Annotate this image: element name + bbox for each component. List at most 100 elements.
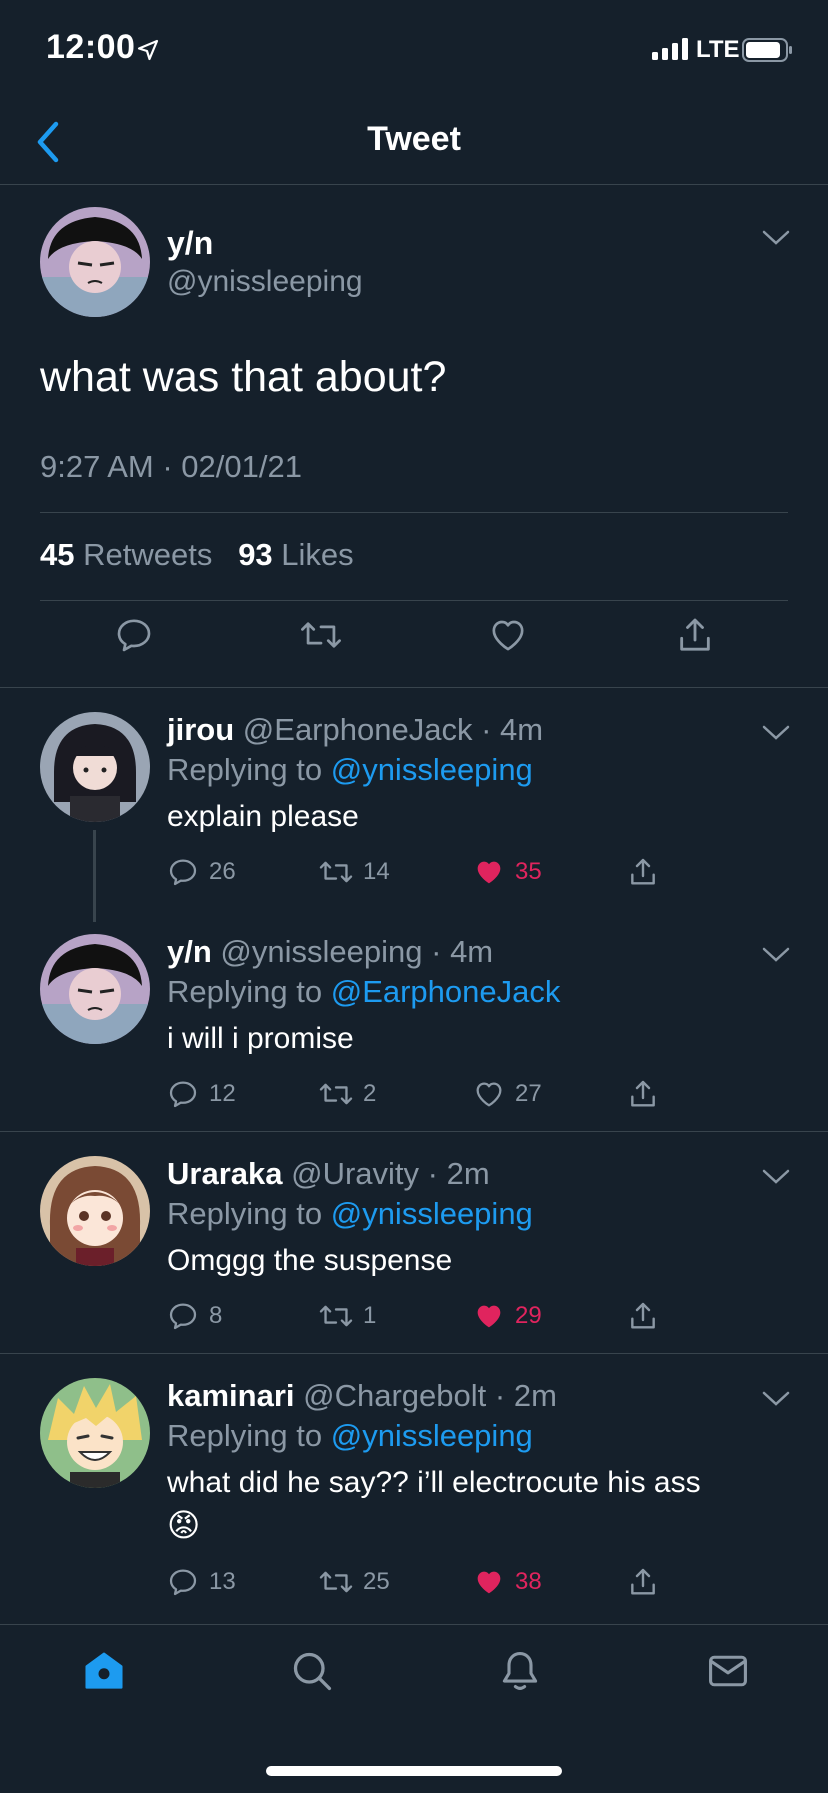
like-icon[interactable] bbox=[488, 615, 528, 655]
search-icon[interactable] bbox=[290, 1649, 334, 1693]
share-icon bbox=[631, 1302, 655, 1329]
liked-heart-icon bbox=[477, 861, 501, 884]
liked-heart-icon bbox=[477, 1305, 501, 1328]
avatar[interactable] bbox=[40, 712, 150, 822]
reply-tweet[interactable]: jirou @EarphoneJack · 4m Replying to @yn… bbox=[0, 688, 828, 910]
cellular-signal-icon bbox=[652, 38, 688, 60]
bell-icon[interactable] bbox=[498, 1649, 542, 1693]
home-icon[interactable] bbox=[82, 1649, 126, 1693]
status-time: 12:00 bbox=[46, 28, 136, 66]
share-icon bbox=[631, 1568, 655, 1595]
share-icon bbox=[631, 1080, 655, 1107]
page-title: Tweet bbox=[367, 120, 461, 158]
home-indicator[interactable] bbox=[266, 1766, 562, 1776]
reply-header: y/n @ynissleeping · 4m bbox=[167, 934, 494, 969]
reply-icon bbox=[169, 1303, 197, 1330]
battery-icon bbox=[742, 38, 792, 62]
chevron-down-icon[interactable] bbox=[762, 1168, 790, 1186]
replying-label: Replying to bbox=[167, 752, 323, 787]
main-tweet: y/n @ynissleeping what was that about? 9… bbox=[0, 185, 828, 688]
reply-text: i will i promise bbox=[167, 1022, 354, 1055]
author-handle: @ynissleeping bbox=[167, 265, 363, 298]
author-name: y/n bbox=[167, 225, 214, 261]
avatar[interactable] bbox=[40, 934, 150, 1044]
retweet-button[interactable]: 14 bbox=[319, 856, 390, 888]
avatar[interactable] bbox=[40, 1156, 150, 1266]
replying-to: Replying to @ynissleeping bbox=[167, 1418, 533, 1454]
likes-count[interactable]: 93 bbox=[238, 537, 272, 572]
avatar[interactable] bbox=[40, 1378, 150, 1488]
chevron-down-icon[interactable] bbox=[762, 1390, 790, 1408]
reply-icon[interactable] bbox=[114, 615, 154, 655]
likes-label[interactable]: Likes bbox=[281, 537, 353, 572]
author-handle: @Uravity bbox=[291, 1156, 420, 1191]
reply-tweet[interactable]: Uraraka @Uravity · 2m Replying to @yniss… bbox=[0, 1132, 828, 1354]
divider bbox=[40, 512, 788, 513]
reply-time: 4m bbox=[450, 934, 494, 969]
author-name: Uraraka bbox=[167, 1156, 283, 1191]
reply-text: what did he say?? i’ll electrocute his a… bbox=[167, 1462, 787, 1548]
retweet-icon bbox=[319, 1571, 353, 1593]
share-icon[interactable] bbox=[675, 615, 715, 655]
reply-text: Omggg the suspense bbox=[167, 1244, 453, 1277]
like-count: 27 bbox=[515, 1080, 542, 1107]
like-button[interactable]: 29 bbox=[473, 1300, 542, 1332]
retweet-icon bbox=[319, 861, 353, 883]
liked-heart-icon bbox=[477, 1571, 501, 1594]
reply-count: 13 bbox=[209, 1568, 236, 1595]
retweet-button[interactable]: 25 bbox=[319, 1566, 390, 1598]
author-name: y/n bbox=[167, 934, 212, 969]
mention-link[interactable]: @ynissleeping bbox=[331, 1196, 533, 1231]
replying-to: Replying to @ynissleeping bbox=[167, 1196, 533, 1232]
share-button[interactable] bbox=[627, 1078, 669, 1110]
reply-actions: 8 1 29 bbox=[167, 1300, 807, 1340]
reply-button[interactable]: 12 bbox=[167, 1078, 236, 1110]
retweet-icon[interactable] bbox=[300, 615, 342, 655]
reply-button[interactable]: 8 bbox=[167, 1300, 222, 1332]
reply-header: Uraraka @Uravity · 2m bbox=[167, 1156, 490, 1191]
chevron-down-icon[interactable] bbox=[762, 724, 790, 742]
like-count: 38 bbox=[515, 1568, 542, 1595]
retweet-count: 14 bbox=[363, 858, 390, 885]
retweet-count: 25 bbox=[363, 1568, 390, 1595]
retweet-button[interactable]: 2 bbox=[319, 1078, 376, 1110]
author-name: kaminari bbox=[167, 1378, 295, 1413]
reply-tweet[interactable]: y/n @ynissleeping · 4m Replying to @Earp… bbox=[0, 910, 828, 1132]
mail-icon[interactable] bbox=[706, 1649, 750, 1693]
reply-button[interactable]: 13 bbox=[167, 1566, 236, 1598]
mention-link[interactable]: @ynissleeping bbox=[331, 1418, 533, 1453]
like-button[interactable]: 35 bbox=[473, 856, 542, 888]
reply-tweet[interactable]: kaminari @Chargebolt · 2m Replying to @y… bbox=[0, 1354, 828, 1624]
retweet-count: 1 bbox=[363, 1302, 377, 1329]
reply-actions: 26 14 35 bbox=[167, 856, 807, 896]
share-button[interactable] bbox=[627, 856, 669, 888]
share-icon bbox=[631, 858, 655, 885]
share-button[interactable] bbox=[627, 1300, 669, 1332]
chevron-down-icon[interactable] bbox=[762, 229, 790, 247]
reply-icon bbox=[169, 859, 197, 886]
retweets-count[interactable]: 45 bbox=[40, 537, 74, 572]
reply-actions: 13 25 38 bbox=[167, 1566, 807, 1606]
reply-header: kaminari @Chargebolt · 2m bbox=[167, 1378, 557, 1413]
replying-label: Replying to bbox=[167, 1196, 323, 1231]
location-arrow-icon bbox=[137, 39, 159, 61]
share-button[interactable] bbox=[627, 1566, 669, 1598]
author-name: jirou bbox=[167, 712, 235, 747]
reply-button[interactable]: 26 bbox=[167, 856, 236, 888]
avatar[interactable] bbox=[40, 207, 150, 317]
network-type: LTE bbox=[696, 36, 740, 63]
retweets-label[interactable]: Retweets bbox=[83, 537, 212, 572]
reply-count: 26 bbox=[209, 858, 236, 885]
mention-link[interactable]: @EarphoneJack bbox=[331, 974, 561, 1009]
chevron-down-icon[interactable] bbox=[762, 946, 790, 964]
tweet-text: what was that about? bbox=[40, 353, 447, 401]
reply-count: 12 bbox=[209, 1080, 236, 1107]
mention-link[interactable]: @ynissleeping bbox=[331, 752, 533, 787]
like-button[interactable]: 38 bbox=[473, 1566, 542, 1598]
like-button[interactable]: 27 bbox=[473, 1078, 542, 1110]
reply-count: 8 bbox=[209, 1302, 223, 1329]
retweet-button[interactable]: 1 bbox=[319, 1300, 376, 1332]
status-bar: 12:00 LTE bbox=[0, 0, 828, 100]
reply-icon bbox=[169, 1081, 197, 1108]
reply-text-content: what did he say?? i’ll electrocute his a… bbox=[167, 1466, 701, 1499]
